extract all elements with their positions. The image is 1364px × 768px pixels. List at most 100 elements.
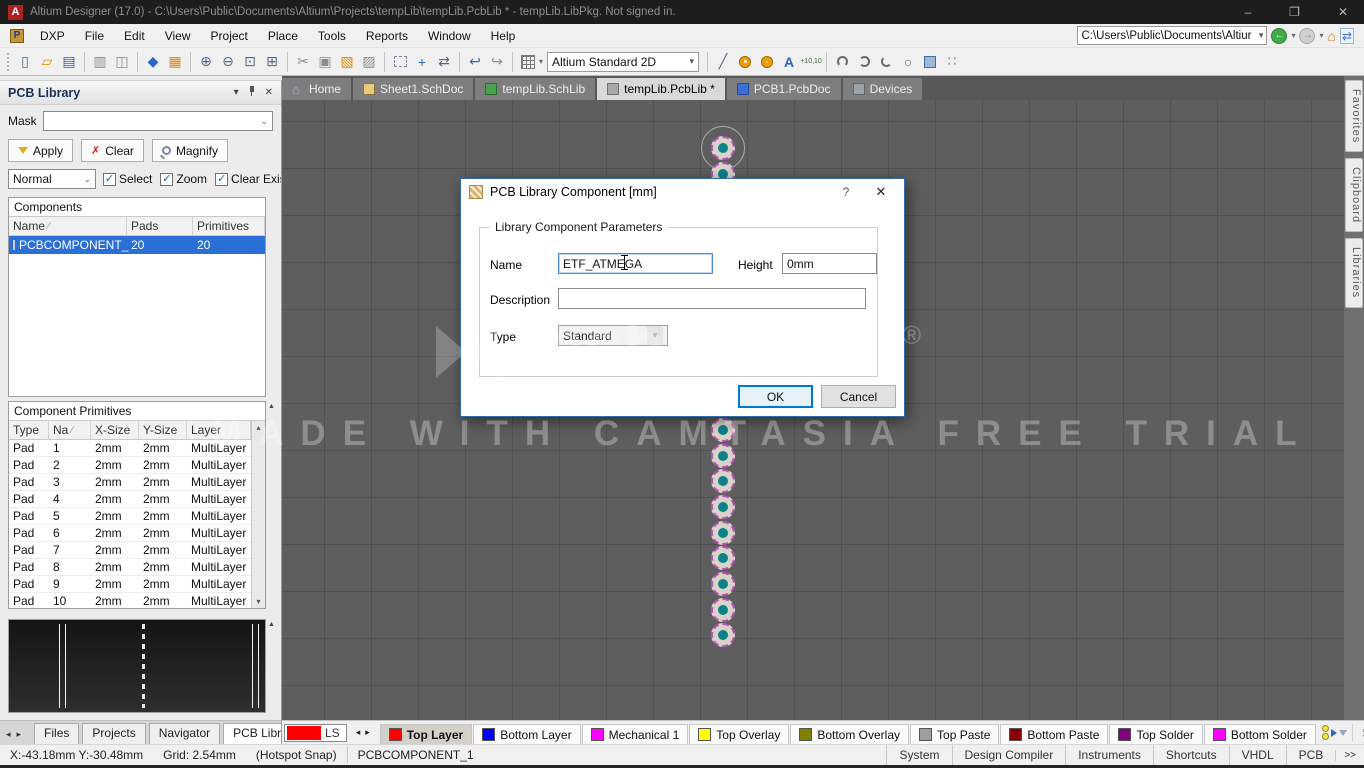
layer-tab[interactable]: Top Paste [910,724,999,744]
primitive-row[interactable]: Pad 3 2mm 2mm MultiLayer [9,474,251,491]
col-name[interactable]: Name [13,219,45,233]
save-icon[interactable]: ▤ [58,51,80,73]
new-document-icon[interactable]: ▯ [14,51,36,73]
paste-special-array-icon[interactable]: ∷ [941,51,963,73]
right-panel-tab[interactable]: Clipboard [1345,158,1363,232]
panel-tab[interactable]: Navigator [149,723,220,744]
chevron-down-icon[interactable]: ⌄ [260,116,268,127]
pcb-pad[interactable] [711,495,735,519]
layer-tab[interactable]: Top Layer [380,724,472,744]
back-history-chevron-icon[interactable]: ▾ [1291,31,1295,40]
document-tab[interactable]: tempLib.SchLib [475,78,595,100]
col-ysize[interactable]: Y-Size [143,423,177,437]
layer-bar-button[interactable]: Snap [1352,724,1364,742]
pcb-pad[interactable] [711,521,735,545]
description-input[interactable] [558,288,866,309]
filter-checkbox[interactable]: ✓ Select [103,172,152,186]
pcb-pad[interactable] [711,546,735,570]
document-tab[interactable]: Sheet1.SchDoc [353,78,473,100]
select-area-icon[interactable] [389,51,411,73]
forward-button[interactable]: → [1299,28,1315,44]
place-via-icon[interactable] [756,51,778,73]
zoom-area-icon[interactable]: ⊞ [261,51,283,73]
menu-item[interactable]: Window [418,25,481,47]
layer-color-icon[interactable] [1322,725,1329,732]
print-icon[interactable]: ▥ [89,51,111,73]
arc-edge-icon[interactable] [853,51,875,73]
layer-tab[interactable]: Mechanical 1 [582,724,689,744]
right-panel-tab[interactable]: Libraries [1345,238,1363,307]
primitive-row[interactable]: Pad 6 2mm 2mm MultiLayer [9,525,251,542]
zoom-out-icon[interactable]: ⊖ [217,51,239,73]
forward-history-chevron-icon[interactable]: ▾ [1319,31,1323,40]
col-layer[interactable]: Layer [191,423,221,437]
component-row[interactable]: PCBCOMPONENT_ 20 20 [9,236,265,254]
layer-filter-icon[interactable] [1339,730,1347,736]
pcb-pad[interactable] [711,623,735,647]
scroll-down-icon[interactable]: ▾ [256,597,260,606]
pcb-pad[interactable] [711,598,735,622]
full-circle-icon[interactable]: ○ [897,51,919,73]
document-tab[interactable]: Devices [843,78,923,100]
primitive-row[interactable]: Pad 8 2mm 2mm MultiLayer [9,559,251,576]
home-page-button[interactable]: ⌂ [1327,28,1335,44]
primitive-row[interactable]: Pad 5 2mm 2mm MultiLayer [9,508,251,525]
primitive-row[interactable]: Pad 10 2mm 2mm MultiLayer [9,593,251,609]
undo-icon[interactable]: ↩ [464,51,486,73]
document-tab[interactable]: tempLib.PcbLib * [597,78,725,100]
layer-tab[interactable]: Top Overlay [689,724,789,744]
splitter-collapse-icon[interactable]: ▲ [268,621,275,628]
panel-pin-icon[interactable] [248,86,256,99]
mask-input[interactable]: ⌄ [43,111,273,131]
panel-tab[interactable]: PCB Library [223,723,281,744]
layer-scroll-arrows-icon[interactable]: ◂▸ [351,727,380,738]
status-bar-button[interactable]: System [886,745,951,765]
back-button[interactable]: ← [1271,28,1287,44]
dialog-title-bar[interactable]: PCB Library Component [mm] ? ✕ [461,179,904,205]
layer-set-selector[interactable]: LS [284,724,347,742]
dialog-close-button[interactable]: ✕ [866,184,896,200]
minimize-button[interactable]: – [1244,5,1251,19]
panel-close-icon[interactable]: ✕ [265,87,273,98]
menu-item[interactable]: File [75,25,114,47]
layer-tab[interactable]: Bottom Layer [473,724,580,744]
dxp-icon[interactable]: P [10,29,24,43]
dialog-help-button[interactable]: ? [833,185,859,199]
col-primitives[interactable]: Primitives [197,219,249,233]
reposition-icon[interactable]: ⇄ [433,51,455,73]
status-overflow-button[interactable]: >> [1335,750,1364,761]
primitive-row[interactable]: Pad 7 2mm 2mm MultiLayer [9,542,251,559]
magnify-button[interactable]: Magnify [152,139,228,162]
col-type[interactable]: Type [13,423,39,437]
scroll-up-icon[interactable]: ▴ [256,423,260,432]
snap-grid-chevron-icon[interactable]: ▾ [539,57,543,66]
status-bar-button[interactable]: VHDL [1229,745,1286,765]
status-bar-button[interactable]: PCB [1286,745,1336,765]
layer-tab[interactable]: Bottom Overlay [790,724,909,744]
active-layer-icon[interactable] [1331,729,1337,737]
fit-document-icon[interactable]: ⊡ [239,51,261,73]
primitive-row[interactable]: Pad 1 2mm 2mm MultiLayer [9,440,251,457]
type-select[interactable]: Standard ▾ [558,325,668,346]
pcb-pad[interactable] [711,572,735,596]
layer-tab[interactable]: Bottom Paste [1000,724,1108,744]
open-document-icon[interactable]: ▱ [36,51,58,73]
menu-item[interactable]: Place [258,25,308,47]
view-configuration-combo[interactable]: Altium Standard 2D ▾ [547,52,699,72]
col-pads[interactable]: Pads [131,219,158,233]
menu-item[interactable]: Project [201,25,258,47]
place-coordinate-icon[interactable]: +10,10 [800,51,822,73]
clear-button[interactable]: ✗ Clear [81,139,144,162]
cancel-button[interactable]: Cancel [821,385,896,408]
zoom-in-icon[interactable]: ⊕ [195,51,217,73]
view-3d-icon[interactable]: ◆ [142,51,164,73]
copy-icon[interactable]: ▣ [314,51,336,73]
pcb-pad[interactable] [711,418,735,442]
col-xsize[interactable]: X-Size [95,423,130,437]
arc-center-icon[interactable] [831,51,853,73]
chevron-down-icon[interactable]: ▾ [1259,30,1264,41]
height-input[interactable]: 0mm [782,253,877,274]
filter-mode-select[interactable]: Normal ⌄ [8,169,96,189]
move-selection-icon[interactable]: + [411,51,433,73]
arc-any-angle-icon[interactable] [875,51,897,73]
